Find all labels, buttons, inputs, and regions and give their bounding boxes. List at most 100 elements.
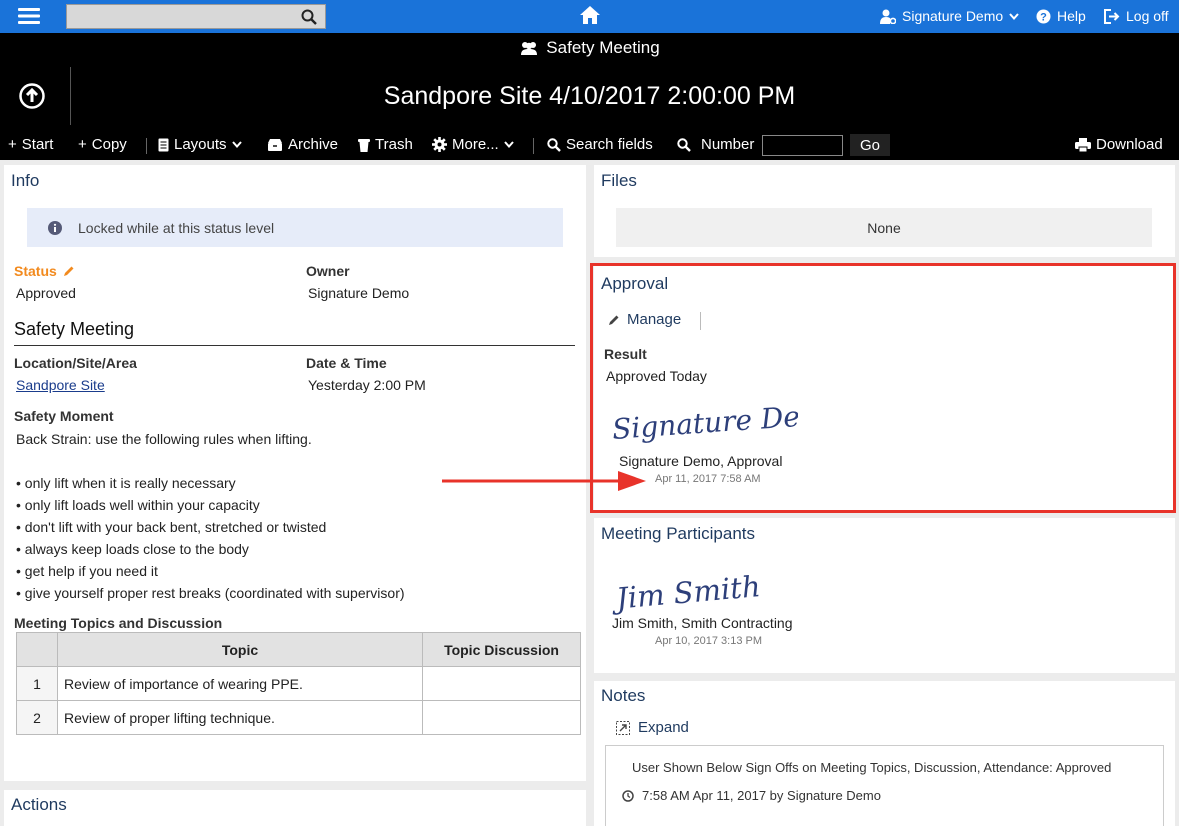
- notes-title: Notes: [601, 686, 646, 705]
- location-label: Location/Site/Area: [14, 355, 137, 371]
- layouts-button[interactable]: Layouts: [158, 136, 242, 153]
- copy-button[interactable]: + Copy: [78, 136, 127, 153]
- column-header: Topic Discussion: [422, 632, 581, 667]
- participant-signature-image: Jim Smith: [612, 562, 772, 618]
- number-search: Number: [677, 136, 754, 153]
- pencil-icon[interactable]: [63, 265, 75, 277]
- print-icon: [1075, 137, 1091, 152]
- list-item: • give yourself proper rest breaks (coor…: [16, 585, 405, 601]
- location-link[interactable]: Sandpore Site: [16, 377, 105, 393]
- sign-out-icon: [1104, 8, 1120, 24]
- files-title: Files: [601, 171, 637, 190]
- table-row[interactable]: 2 Review of proper lifting technique.: [16, 700, 581, 735]
- topic-cell: Review of proper lifting technique.: [57, 700, 423, 735]
- user-cog-icon: [880, 9, 896, 24]
- chevron-down-icon: [1009, 12, 1019, 20]
- archive-button[interactable]: Archive: [267, 136, 338, 153]
- top-bar: Signature Demo ? Help Log off: [0, 0, 1179, 33]
- help-link[interactable]: ? Help: [1036, 8, 1086, 24]
- number-label: Number: [701, 136, 755, 153]
- datetime-value: Yesterday 2:00 PM: [308, 377, 426, 393]
- logoff-label: Log off: [1126, 8, 1169, 24]
- info-title: Info: [11, 171, 40, 190]
- search-icon: [547, 137, 561, 152]
- trash-button[interactable]: Trash: [358, 136, 413, 153]
- column-header: [16, 632, 58, 667]
- topics-table: Topic Topic Discussion 1 Review of impor…: [16, 632, 581, 735]
- files-empty: None: [616, 208, 1152, 247]
- number-input[interactable]: [762, 135, 843, 156]
- plus-icon: +: [78, 136, 87, 153]
- user-menu[interactable]: Signature Demo: [880, 8, 1019, 24]
- list-item: • always keep loads close to the body: [16, 541, 249, 557]
- status-field-label: Status: [14, 263, 75, 279]
- home-icon[interactable]: [579, 5, 601, 25]
- global-search-input[interactable]: [67, 5, 287, 28]
- trash-label: Trash: [375, 136, 413, 153]
- more-button[interactable]: More...: [432, 136, 514, 153]
- archive-icon: [267, 138, 283, 151]
- record-title: Sandpore Site 4/10/2017 2:00:00 PM: [383, 82, 796, 110]
- help-label: Help: [1057, 8, 1086, 24]
- locked-notice: Locked while at this status level: [27, 208, 563, 247]
- column-header: Topic: [57, 632, 423, 667]
- expand-icon: [616, 720, 630, 735]
- clock-icon: [622, 789, 634, 802]
- expand-button[interactable]: Expand: [616, 719, 689, 736]
- search-fields-button[interactable]: Search fields: [547, 136, 653, 153]
- annotation-arrow: [440, 469, 650, 493]
- note-text: User Shown Below Sign Offs on Meeting To…: [632, 760, 1112, 775]
- participants-panel: Meeting Participants Jim Smith Jim Smith…: [594, 518, 1175, 673]
- more-label: More...: [452, 136, 499, 153]
- row-number: 2: [16, 700, 58, 735]
- info-circle-icon: [48, 220, 62, 235]
- safety-moment-text: Back Strain: use the following rules whe…: [16, 428, 405, 604]
- actions-title: Actions: [11, 795, 67, 814]
- expand-label: Expand: [638, 719, 689, 736]
- chevron-down-icon: [503, 141, 514, 148]
- topic-cell: Review of importance of wearing PPE.: [57, 666, 423, 701]
- go-button[interactable]: Go: [850, 134, 890, 156]
- note-meta-text: 7:58 AM Apr 11, 2017 by Signature Demo: [642, 788, 881, 803]
- svg-text:?: ?: [1040, 11, 1047, 23]
- participant-signature-caption: Jim Smith, Smith Contracting: [612, 615, 793, 631]
- record-header: Safety Meeting Sandpore Site 4/10/2017 2…: [0, 33, 1179, 160]
- module-title: Safety Meeting: [0, 38, 1179, 60]
- signature-script: Jim Smith: [612, 569, 762, 616]
- menu-icon[interactable]: [18, 7, 40, 25]
- search-fields-label: Search fields: [566, 136, 653, 153]
- datetime-label: Date & Time: [306, 355, 387, 371]
- copy-label: Copy: [91, 136, 127, 153]
- table-header-row: Topic Topic Discussion: [16, 632, 581, 667]
- module-name: Safety Meeting: [546, 38, 660, 57]
- logoff-link[interactable]: Log off: [1104, 8, 1169, 24]
- download-button[interactable]: Download: [1075, 136, 1163, 153]
- list-item: • only lift when it is really necessary: [16, 475, 236, 491]
- user-name: Signature Demo: [902, 8, 1004, 24]
- note-meta: 7:58 AM Apr 11, 2017 by Signature Demo: [622, 788, 881, 803]
- list-item: • only lift loads well within your capac…: [16, 497, 260, 513]
- participants-title: Meeting Participants: [601, 524, 756, 543]
- trash-icon: [358, 138, 370, 152]
- chevron-down-icon: [231, 141, 242, 148]
- archive-label: Archive: [288, 136, 339, 153]
- download-label: Download: [1096, 136, 1163, 153]
- participant-signature-date: Apr 10, 2017 3:13 PM: [655, 635, 763, 647]
- search-icon: [677, 137, 691, 152]
- owner-label: Owner: [306, 263, 350, 279]
- users-icon: [519, 41, 539, 55]
- safety-moment-intro: Back Strain: use the following rules whe…: [16, 431, 312, 447]
- start-button[interactable]: + Start: [8, 136, 53, 153]
- status-value: Approved: [16, 285, 76, 301]
- topics-label: Meeting Topics and Discussion: [14, 615, 223, 631]
- toolbar-separator: [533, 138, 534, 154]
- list-item: • don't lift with your back bent, stretc…: [16, 519, 327, 535]
- search-icon[interactable]: [301, 9, 317, 25]
- record-toolbar: + Start + Copy Layouts Archive Trash More.…: [0, 134, 1179, 156]
- table-row[interactable]: 1 Review of importance of wearing PPE.: [16, 666, 581, 701]
- locked-message: Locked while at this status level: [78, 219, 275, 236]
- plus-icon: +: [8, 136, 17, 153]
- notes-panel: Notes Expand User Shown Below Sign Offs …: [594, 681, 1175, 826]
- note-entry: User Shown Below Sign Offs on Meeting To…: [605, 745, 1164, 826]
- discussion-cell: [422, 666, 581, 701]
